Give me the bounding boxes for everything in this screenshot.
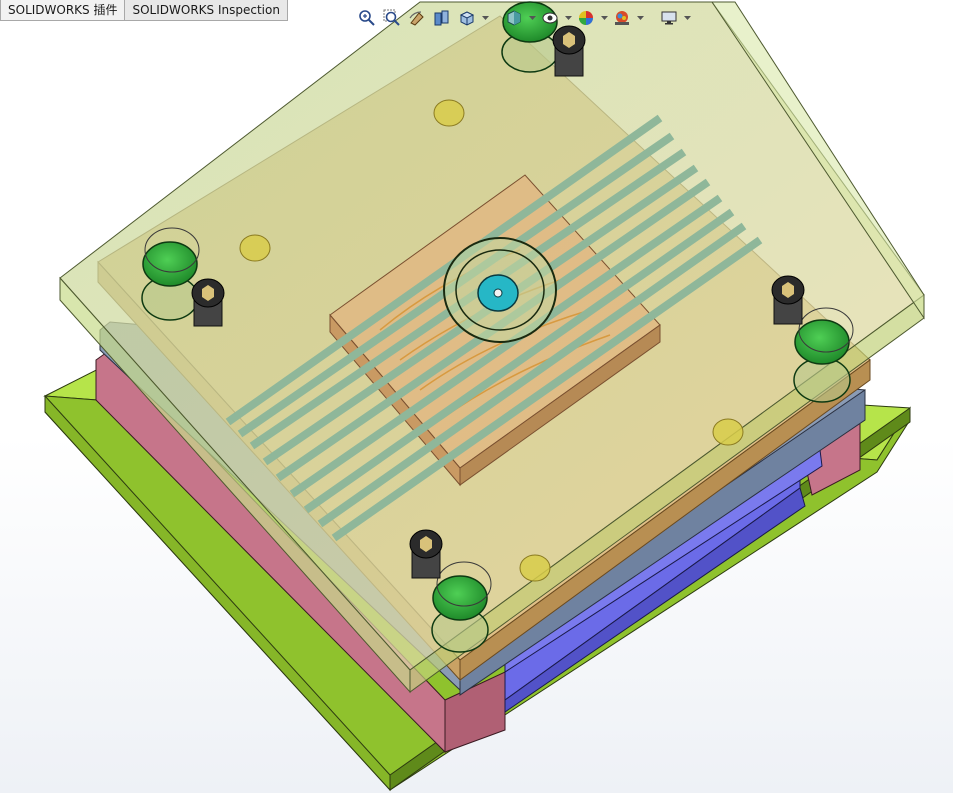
tab-solidworks-inspection[interactable]: SOLIDWORKS Inspection <box>125 0 288 21</box>
chevron-down-icon[interactable] <box>564 7 572 29</box>
chevron-down-icon[interactable] <box>528 7 536 29</box>
graphics-viewport[interactable]: SOLIDWORKS 插件 SOLIDWORKS Inspection <box>0 0 953 793</box>
heads-up-view-toolbar <box>356 6 691 30</box>
mold-assembly-3d-view[interactable] <box>0 0 953 793</box>
chevron-down-icon[interactable] <box>636 7 644 29</box>
zoom-to-fit-icon[interactable] <box>356 7 378 29</box>
chevron-down-icon[interactable] <box>683 7 691 29</box>
chevron-down-icon[interactable] <box>600 7 608 29</box>
view-orientation-icon[interactable] <box>456 7 478 29</box>
display-style-icon[interactable] <box>503 7 525 29</box>
edit-appearance-icon[interactable] <box>575 7 597 29</box>
command-manager-tabs: SOLIDWORKS 插件 SOLIDWORKS Inspection <box>0 0 288 22</box>
chevron-down-icon[interactable] <box>481 7 489 29</box>
screw-right <box>771 275 805 325</box>
hide-show-items-icon[interactable] <box>539 7 561 29</box>
screw-left <box>191 278 225 327</box>
view-settings-icon[interactable] <box>658 7 680 29</box>
tab-solidworks-addins[interactable]: SOLIDWORKS 插件 <box>0 0 126 21</box>
screw-top <box>552 25 586 77</box>
previous-view-icon[interactable] <box>406 7 428 29</box>
screw-bottom <box>409 529 443 579</box>
locating-ring <box>443 237 557 343</box>
apply-scene-icon[interactable] <box>611 7 633 29</box>
section-view-icon[interactable] <box>431 7 453 29</box>
zoom-to-area-icon[interactable] <box>381 7 403 29</box>
